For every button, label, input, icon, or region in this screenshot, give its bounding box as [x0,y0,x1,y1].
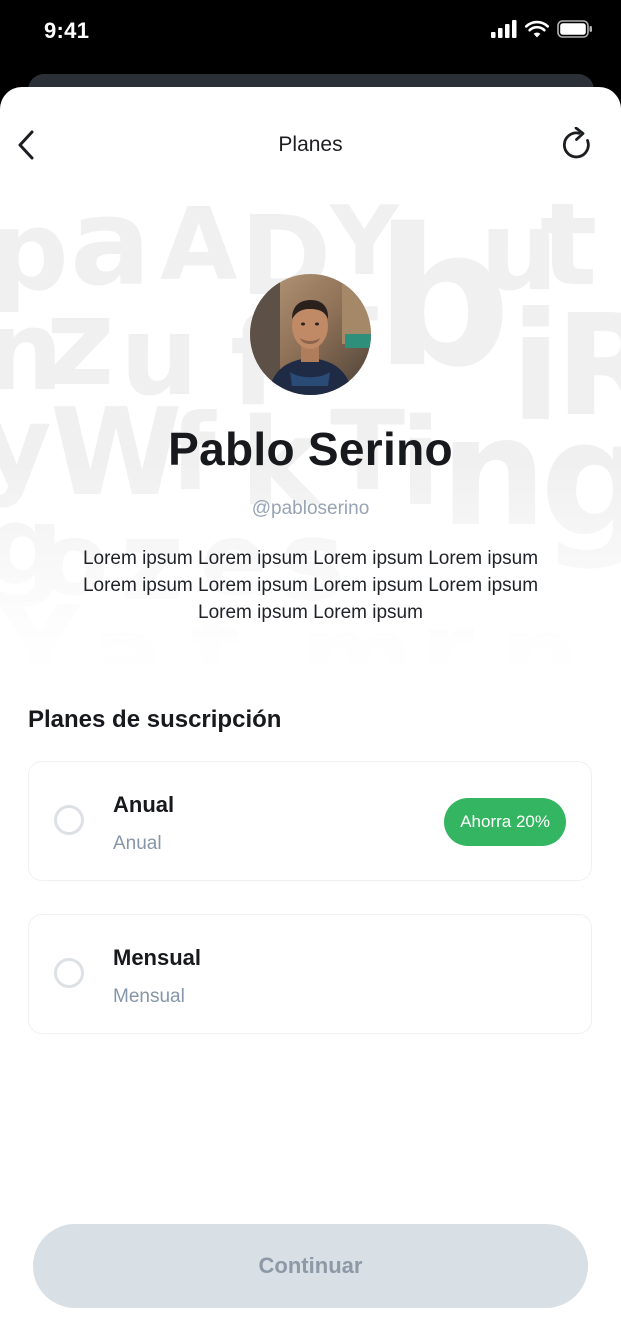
plan-radio-monthly[interactable] [54,958,84,988]
plan-radio-annual[interactable] [54,805,84,835]
status-bar: 9:41 [0,0,621,66]
profile-name: Pablo Serino [168,423,453,475]
profile-handle: @pabloserino [251,498,370,519]
status-icons [491,20,593,38]
wifi-icon [525,20,549,38]
refresh-button[interactable] [561,126,595,168]
plan-card-monthly[interactable]: Mensual Mensual [28,914,592,1034]
battery-icon [557,20,593,38]
profile-bio: Lorem ipsum Lorem ipsum Lorem ipsum Lore… [82,548,539,623]
plan-subtitle: Mensual [113,986,185,1007]
refresh-icon [562,126,594,168]
plan-subtitle: Anual [113,833,162,854]
plan-name: Mensual [113,945,202,970]
plan-card-annual[interactable]: Anual Anual Ahorra 20% [28,761,592,881]
signal-icon [491,20,517,38]
page-title: Planes [278,133,343,156]
app-screen: 9:41 Planes Pablo Serino @pabloserino Lo… [0,0,621,1344]
continue-button[interactable]: Continuar [33,1224,588,1308]
savings-badge: Ahorra 20% [444,798,566,846]
nav-header: Planes [0,87,621,207]
avatar [250,274,371,395]
plans-sheet: p a A D Y b u t n z u f T i R y W [0,87,621,1344]
plan-name: Anual [113,792,175,817]
plans-section-title: Planes de suscripción [28,706,282,733]
status-time: 9:41 [44,18,90,43]
